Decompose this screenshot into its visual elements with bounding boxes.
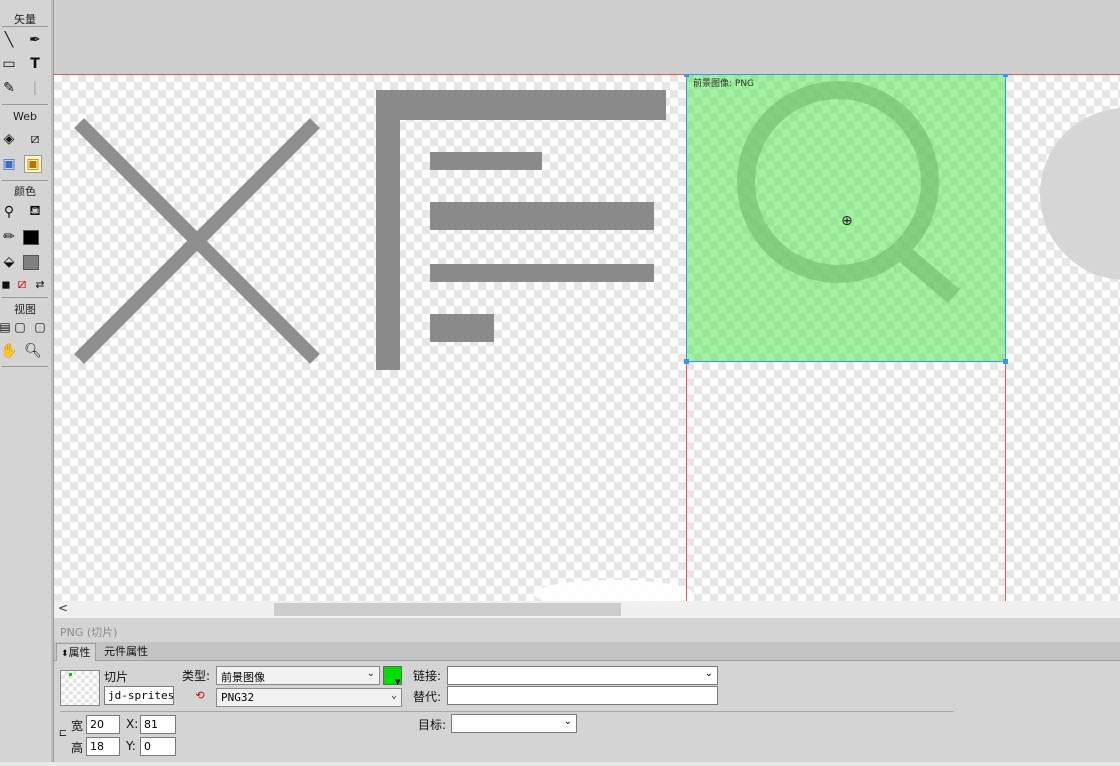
slice-name-field[interactable]: jd-sprites_ (104, 686, 174, 705)
divider (2, 104, 48, 105)
selected-slice[interactable]: 前景图像: PNG ⊕ (684, 74, 1008, 364)
swatch-dropdown-icon: ▼ (395, 678, 401, 686)
width-label: 宽 (71, 719, 84, 733)
workspace-top-area (54, 0, 1120, 74)
knife-tool-icon[interactable]: ǀ (26, 79, 44, 97)
show-slices-icon[interactable]: ▣ (24, 155, 42, 173)
resize-handle-bottom-right[interactable] (1003, 359, 1008, 364)
chevron-down-icon: ⌄ (704, 668, 713, 679)
freeform-tool-icon[interactable]: ✎ (0, 79, 18, 97)
alt-text-input[interactable] (447, 686, 718, 705)
height-field[interactable]: 18 (86, 737, 120, 756)
vector-section-label: 矢量 (14, 13, 36, 26)
text-tool-icon[interactable]: T (26, 55, 44, 73)
stroke-pencil-icon: ✏ (3, 229, 15, 245)
tab-symbol-properties[interactable]: 元件属性 (100, 643, 152, 660)
link-input[interactable]: ⌄ (447, 666, 718, 685)
list-icon-left-bar (376, 90, 400, 370)
resize-handle-top-right[interactable] (1003, 74, 1008, 77)
document-canvas[interactable]: 前景图像: PNG ⊕ (54, 74, 1120, 601)
y-label: Y: (126, 739, 136, 753)
target-select[interactable]: ⌄ (451, 714, 577, 733)
list-icon-line-3 (430, 264, 654, 282)
properties-tabs: ⬍属性 元件属性 (54, 642, 1120, 661)
full-screen-menu-icon[interactable]: ▢ (11, 318, 29, 336)
view-section-label: 视图 (14, 303, 36, 316)
resize-handle-top-left[interactable] (684, 74, 689, 77)
hotspot-tool-icon[interactable]: ◈ (0, 130, 18, 148)
height-label: 高 (71, 741, 84, 755)
slice-thumbnail (60, 670, 100, 706)
slice-thumbnail-marker (69, 673, 72, 676)
resize-handle-bottom-left[interactable] (684, 359, 689, 364)
status-text: PNG (切片) (60, 626, 118, 639)
tools-panel: 矢量 ╲ ✒ ▭ T ✎ ǀ Web ◈ ⧄ ▣ ▣ 颜色 ⚲ ⛾ ✏ ⬙ ◼ … (0, 0, 54, 766)
rectangle-tool-icon[interactable]: ▭ (0, 55, 18, 73)
x-field[interactable]: 81 (140, 715, 176, 734)
fill-bucket-icon: ⬙ (3, 254, 15, 270)
no-color-icon[interactable]: ⧄ (13, 275, 31, 293)
stroke-color-icon[interactable] (22, 228, 40, 246)
hand-tool-icon[interactable]: ✋ (0, 342, 18, 360)
full-screen-icon[interactable]: ▢ (31, 318, 49, 336)
chevron-down-icon: ⌄ (563, 716, 572, 727)
list-sprite-icon (376, 90, 666, 370)
zoom-tool-icon[interactable]: 🔍︎ (24, 342, 42, 360)
chevron-down-icon: ⌄ (366, 668, 375, 679)
list-icon-top-bar (376, 90, 666, 120)
pen-tool-icon[interactable]: ✒ (26, 31, 44, 49)
tab-properties[interactable]: ⬍属性 (56, 643, 96, 661)
scroll-left-arrow[interactable]: < (58, 601, 68, 615)
target-label: 目标: (418, 718, 447, 732)
scrollbar-thumb[interactable] (274, 603, 621, 616)
paint-bucket-icon[interactable]: ⛾ (26, 203, 44, 221)
slice-label: 前景图像: PNG (693, 79, 755, 89)
link-label: 链接: (413, 669, 442, 683)
list-icon-line-1 (430, 152, 542, 170)
line-tool-icon[interactable]: ╲ (0, 31, 18, 49)
crosshair-cursor-icon: ⊕ (841, 213, 853, 229)
window-bottom-edge (0, 762, 1120, 766)
constrain-proportions-icon[interactable]: ⊏ (58, 718, 68, 748)
divider (2, 26, 48, 27)
divider (2, 366, 48, 367)
partial-sprite-icon (1040, 108, 1120, 280)
type-label: 类型: (182, 669, 211, 683)
web-section-label: Web (13, 110, 37, 123)
properties-panel: ⬍属性 元件属性 切片 jd-sprites_ 类型: 前景图像 ⌄ ▼ ⟲ P… (54, 642, 1120, 762)
fill-color-icon[interactable] (22, 253, 40, 271)
horizontal-scrollbar[interactable]: < (54, 601, 1120, 618)
hide-slices-icon[interactable]: ▣ (0, 155, 18, 173)
object-type-label: 切片 (104, 670, 129, 684)
y-field[interactable]: 0 (140, 737, 176, 756)
list-icon-line-2 (430, 202, 654, 230)
faded-sprite-fragment (534, 580, 694, 601)
width-field[interactable]: 20 (86, 715, 120, 734)
swap-colors-icon[interactable]: ⇄ (31, 275, 49, 293)
alt-label: 替代: (413, 690, 442, 704)
slice-tool-icon[interactable]: ⧄ (26, 130, 44, 148)
optimize-icon: ⟲ (195, 688, 205, 702)
collapse-icon: ⬍ (61, 649, 69, 659)
list-icon-line-4 (430, 314, 494, 342)
status-bar: PNG (切片) (54, 618, 1120, 643)
divider (60, 711, 954, 712)
export-format-select[interactable]: PNG32 ⌄ (216, 688, 402, 707)
close-sprite-icon (74, 118, 320, 364)
slice-type-select[interactable]: 前景图像 ⌄ (216, 666, 380, 685)
divider (2, 297, 48, 298)
x-label: X: (126, 717, 139, 731)
chevron-down-icon: ⌄ (390, 690, 397, 701)
divider (2, 180, 48, 181)
eyedropper-icon[interactable]: ⚲ (0, 203, 18, 221)
colors-section-label: 颜色 (14, 185, 36, 198)
